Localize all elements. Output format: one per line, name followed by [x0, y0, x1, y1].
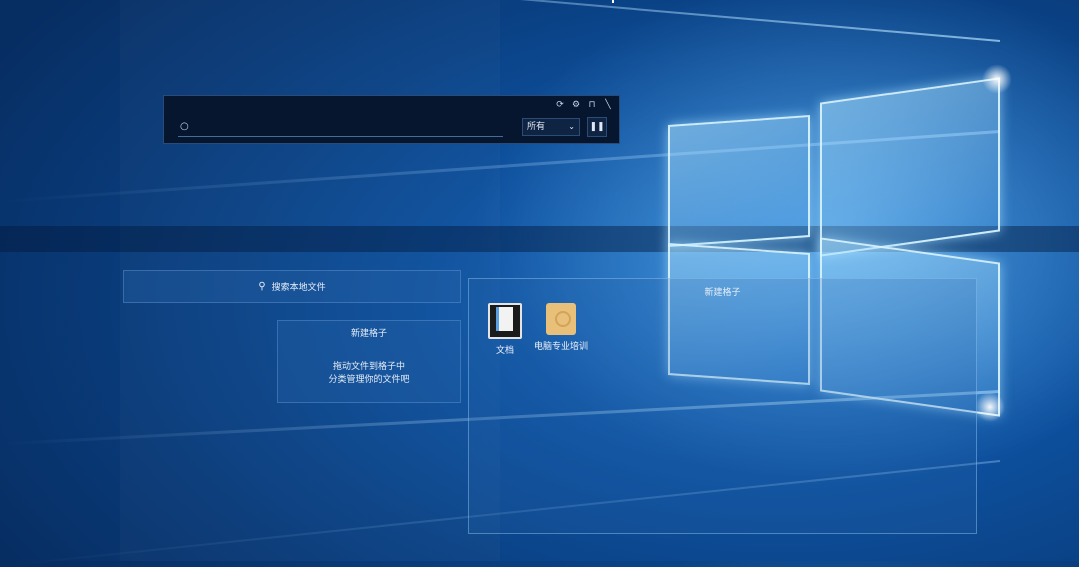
toolbar-search-input[interactable]	[194, 118, 498, 136]
filter-select-value: 所有	[527, 122, 546, 132]
toolbar-search-box[interactable]: ○	[178, 118, 503, 137]
toolbar-window-controls: ⟳ ⚙ ⊓ ╲	[555, 100, 613, 110]
file-label: 文档	[495, 346, 514, 356]
document-icon	[488, 303, 522, 339]
filter-select[interactable]: 所有 ⌄	[522, 118, 580, 136]
group-title[interactable]: 新建格子	[469, 285, 976, 298]
folder-icon	[546, 303, 576, 335]
logo-pane	[668, 115, 810, 247]
file-item-document[interactable]: 文档	[475, 303, 535, 356]
pause-icon: ❚❚	[589, 122, 605, 132]
local-file-search-bar[interactable]: ⚲ 搜索本地文件	[123, 270, 461, 303]
search-toolbar: ⟳ ⚙ ⊓ ╲ ○ 所有 ⌄ ❚❚	[163, 95, 620, 144]
hint-line: 分类管理你的文件吧	[328, 375, 410, 385]
pin-icon[interactable]: ⊓	[587, 100, 597, 110]
file-label: 电脑专业培训	[533, 342, 588, 352]
search-icon: ○	[180, 121, 189, 132]
chevron-down-icon: ⌄	[568, 122, 575, 131]
pause-button[interactable]: ❚❚	[587, 117, 607, 137]
hint-line: 拖动文件到格子中	[332, 362, 405, 372]
settings-icon[interactable]: ⚙	[571, 100, 581, 110]
local-search-placeholder: 搜索本地文件	[271, 283, 326, 293]
file-group-box[interactable]: 新建格子 文档 电脑专业培训	[468, 278, 977, 534]
search-icon: ⚲	[258, 281, 266, 292]
wallpaper-dot	[612, 0, 614, 3]
light-flare	[975, 392, 1005, 422]
logo-pane	[820, 77, 1000, 257]
refresh-icon[interactable]: ⟳	[555, 100, 565, 110]
group-empty-hint: 拖动文件到格子中 分类管理你的文件吧	[278, 361, 460, 387]
light-flare	[982, 64, 1012, 94]
close-icon[interactable]: ╲	[603, 100, 613, 110]
group-title[interactable]: 新建格子	[278, 326, 460, 339]
file-item-folder[interactable]: 电脑专业培训	[530, 303, 592, 352]
file-group-box[interactable]: 新建格子 拖动文件到格子中 分类管理你的文件吧	[277, 320, 461, 403]
